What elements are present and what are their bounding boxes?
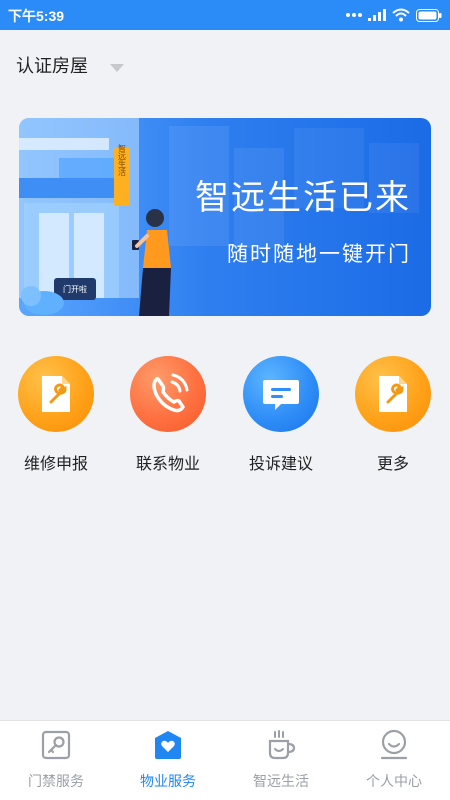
- banner-subtitle: 随时随地一键开门: [227, 242, 411, 266]
- phone-icon: [130, 356, 206, 432]
- status-bar: 下午5:39: [0, 0, 450, 30]
- battery-icon: [416, 8, 442, 22]
- door-text: 门开啦: [63, 284, 87, 294]
- service-more[interactable]: 更多: [343, 356, 443, 476]
- tab-label: 智远生活: [253, 774, 309, 790]
- message-icon: [243, 356, 319, 432]
- house-selector-label[interactable]: 认证房屋: [16, 52, 88, 78]
- more-dots-icon: [346, 12, 362, 18]
- service-grid: 维修申报 联系物业 投诉建议 更多: [0, 356, 450, 476]
- coffee-cup-icon: [265, 729, 297, 761]
- key-icon: [40, 729, 72, 761]
- service-label: 维修申报: [23, 454, 88, 473]
- promo-banner[interactable]: 智远生活 门开啦 智远生活已来 随时随地一键开门: [19, 118, 431, 316]
- service-contact[interactable]: 联系物业: [118, 356, 218, 476]
- user-icon: [378, 729, 410, 761]
- service-label: 投诉建议: [248, 454, 313, 473]
- tab-property-service[interactable]: 物业服务: [112, 721, 224, 800]
- service-label: 联系物业: [135, 454, 200, 473]
- wrench-document-icon: [18, 356, 94, 432]
- status-time: 下午5:39: [8, 8, 65, 24]
- status-icons: [346, 6, 442, 24]
- bottom-tab-bar: 门禁服务 物业服务 智远生活 个人中心: [0, 720, 450, 800]
- service-label: 更多: [376, 454, 409, 473]
- chevron-down-icon[interactable]: [110, 58, 124, 77]
- header: 认证房屋: [0, 30, 450, 92]
- wrench-document-icon: [355, 356, 431, 432]
- tab-personal-center[interactable]: 个人中心: [338, 721, 450, 800]
- heart-house-icon: [152, 729, 184, 761]
- tab-label: 个人中心: [366, 774, 422, 790]
- wifi-icon: [392, 8, 410, 22]
- service-repair[interactable]: 维修申报: [6, 356, 106, 476]
- service-complaint[interactable]: 投诉建议: [231, 356, 331, 476]
- tab-label: 门禁服务: [28, 774, 84, 790]
- tab-label: 物业服务: [140, 774, 196, 790]
- banner-title: 智远生活已来: [195, 178, 411, 218]
- tab-smart-life[interactable]: 智远生活: [225, 721, 337, 800]
- tab-access-control[interactable]: 门禁服务: [0, 721, 112, 800]
- signal-icon: [368, 9, 386, 21]
